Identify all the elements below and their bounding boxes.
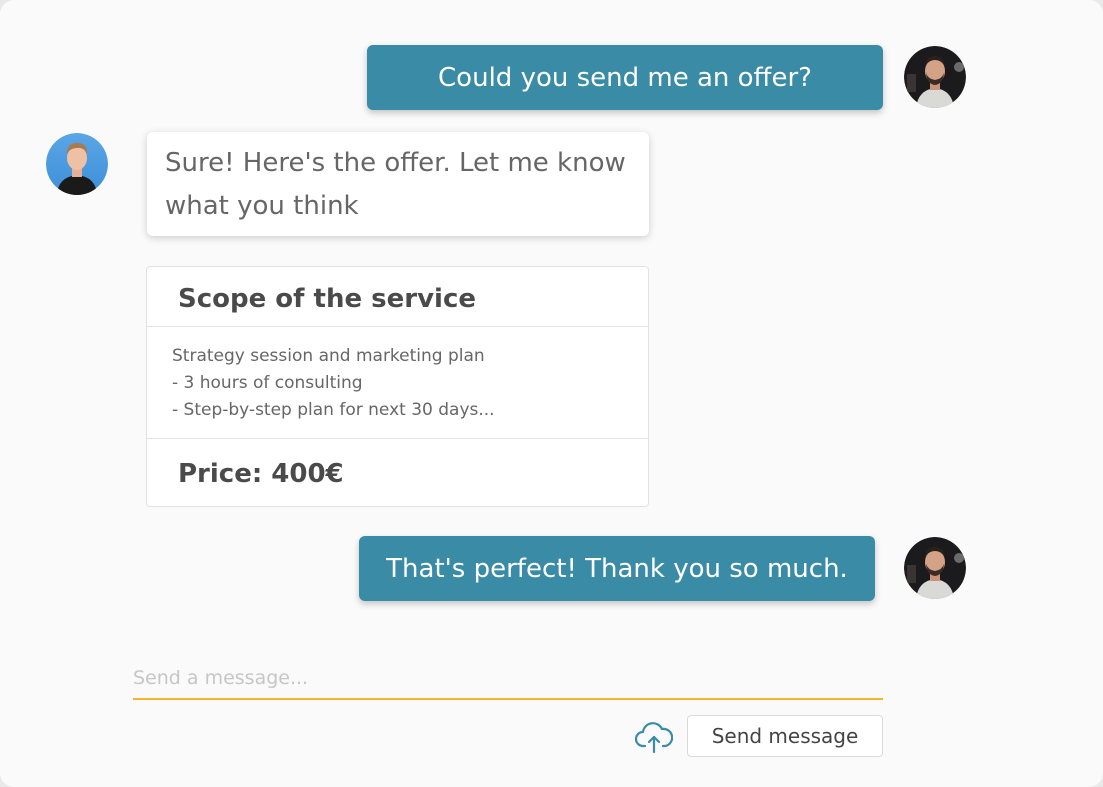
contact-avatar[interactable] — [46, 133, 108, 195]
outgoing-message-bubble: That's perfect! Thank you so much. — [359, 536, 875, 601]
offer-title: Scope of the service — [178, 284, 476, 314]
send-message-button[interactable]: Send message — [687, 715, 883, 757]
message-input[interactable] — [133, 660, 883, 696]
message-text: That's perfect! Thank you so much. — [386, 553, 848, 584]
cloud-upload-icon[interactable] — [634, 717, 674, 757]
offer-card: Scope of the service Strategy session an… — [146, 266, 649, 507]
message-input-wrapper — [133, 660, 883, 700]
offer-price: Price: 400€ — [178, 459, 344, 489]
offer-line: Strategy session and marketing plan — [172, 346, 485, 366]
chat-window: Could you send me an offer? Sure! Here's… — [0, 0, 1103, 787]
incoming-message-bubble: Sure! Here's the offer. Let me know what… — [147, 132, 649, 236]
divider — [147, 326, 648, 327]
message-text: Sure! Here's the offer. Let me know what… — [165, 148, 626, 221]
message-text: Could you send me an offer? — [438, 62, 812, 93]
user-avatar[interactable] — [904, 537, 966, 599]
divider — [147, 438, 648, 439]
offer-line: - 3 hours of consulting — [172, 373, 363, 393]
user-avatar[interactable] — [904, 46, 966, 108]
offer-line: - Step-by-step plan for next 30 days... — [172, 400, 495, 420]
outgoing-message-bubble: Could you send me an offer? — [367, 45, 883, 110]
